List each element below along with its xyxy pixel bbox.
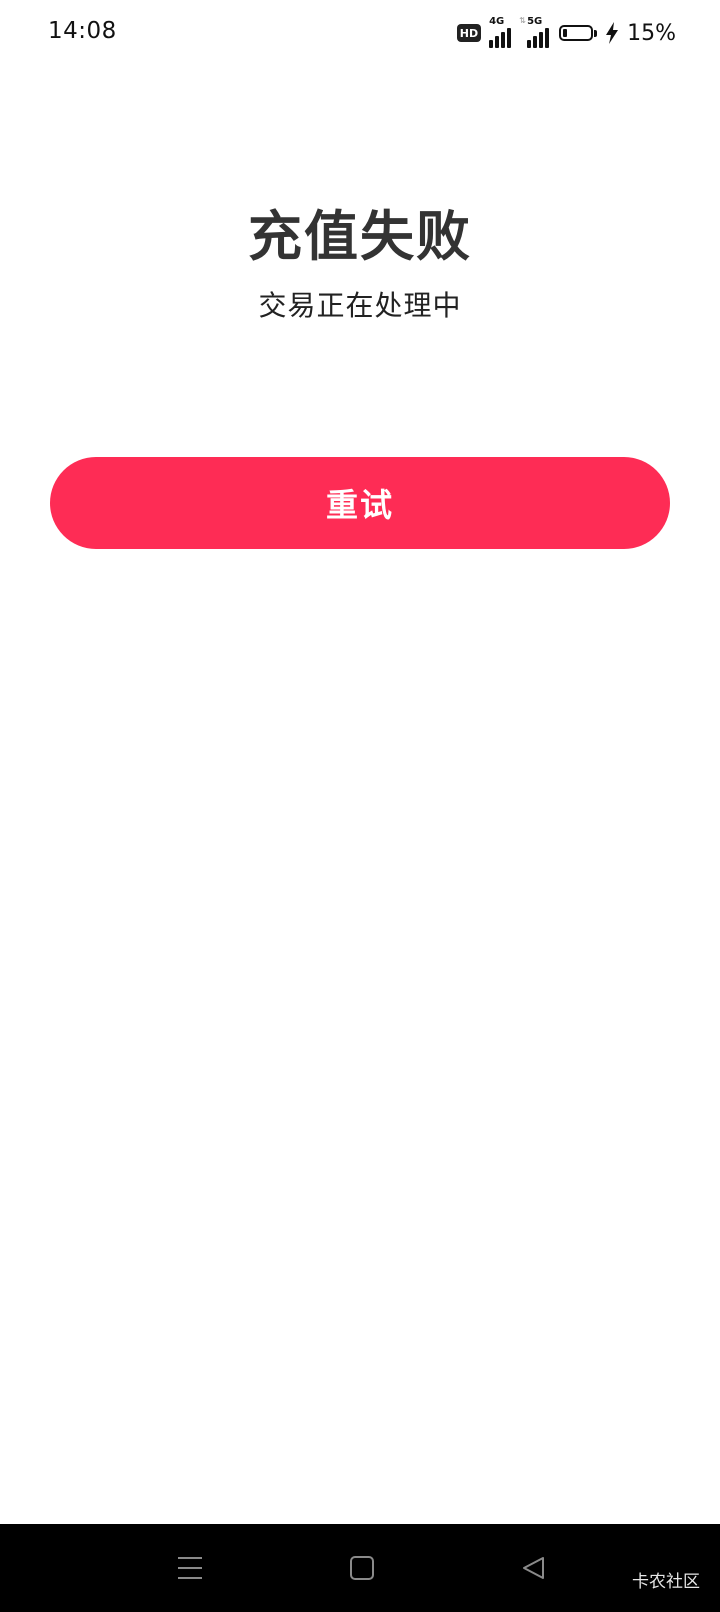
signal-4g-label: 4G: [489, 16, 505, 27]
signal-5g-icon: ⇅ 5G: [519, 16, 551, 48]
battery-level: [563, 29, 568, 37]
signal-4g-icon: 4G: [489, 16, 513, 48]
data-arrows-icon: ⇅: [519, 16, 526, 25]
status-icons: HD 4G ⇅ 5G 15%: [456, 16, 676, 48]
home-icon: [350, 1556, 374, 1580]
back-icon: [523, 1557, 544, 1579]
signal-5g-label: 5G: [527, 16, 543, 27]
watermark: 卡农社区: [632, 1572, 700, 1592]
back-button[interactable]: [518, 1552, 550, 1584]
home-button[interactable]: [346, 1552, 378, 1584]
hd-voice-icon: HD: [456, 24, 482, 42]
navigation-bar: 卡农社区: [0, 1524, 720, 1612]
status-bar: 14:08 HD 4G ⇅ 5G 15%: [0, 0, 720, 64]
battery-percent: 15%: [627, 20, 676, 46]
menu-icon: [178, 1557, 202, 1579]
charging-bolt-icon: [606, 22, 619, 44]
page-title: 充值失败: [248, 205, 472, 268]
status-message: 交易正在处理中: [258, 289, 462, 322]
status-time: 14:08: [48, 18, 117, 44]
battery-icon: [559, 25, 598, 41]
retry-button[interactable]: 重试: [50, 457, 670, 549]
recent-apps-button[interactable]: [174, 1552, 206, 1584]
